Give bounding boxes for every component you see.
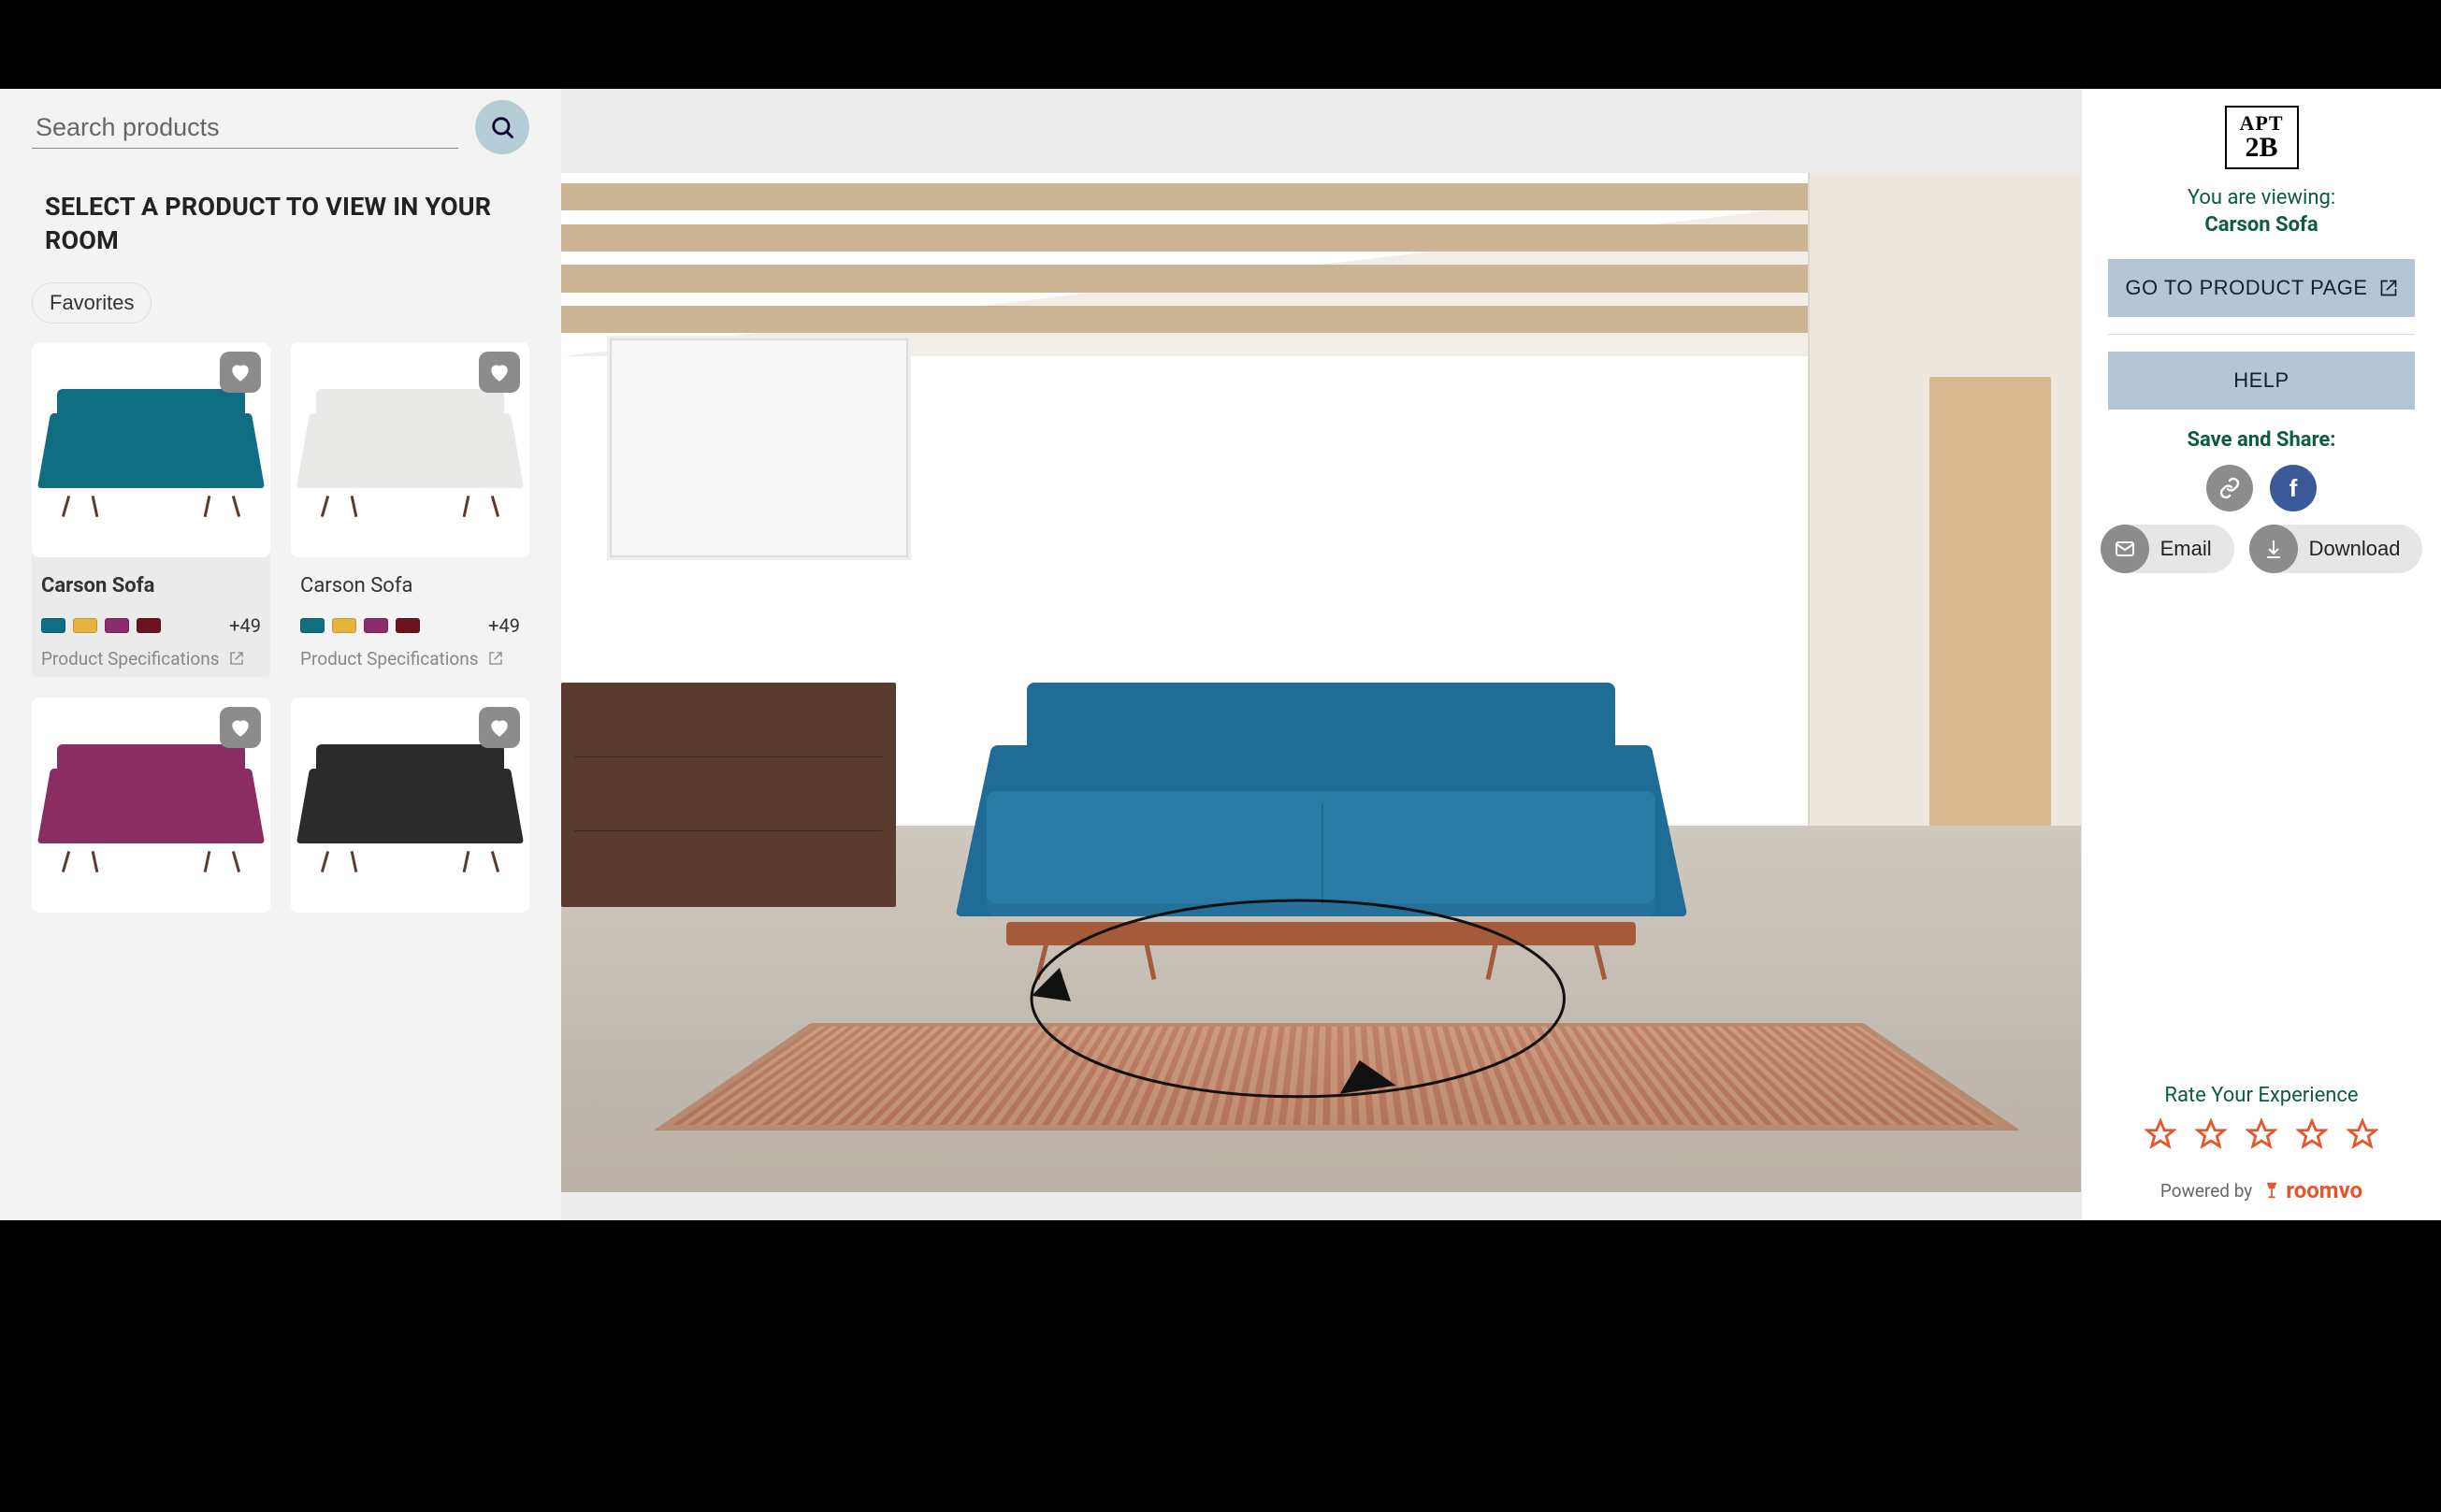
- color-swatch[interactable]: [73, 618, 97, 633]
- star-rating: [2145, 1118, 2378, 1153]
- product-card[interactable]: Carson Sofa +49 Product Specifications: [291, 342, 529, 677]
- search-button[interactable]: [475, 100, 529, 154]
- help-button[interactable]: HELP: [2108, 352, 2415, 410]
- product-thumbnail[interactable]: [291, 698, 529, 913]
- facebook-share-button[interactable]: f: [2270, 465, 2317, 511]
- filters-row: Favorites: [32, 282, 529, 324]
- color-swatch[interactable]: [300, 618, 325, 633]
- placed-sofa[interactable]: [987, 683, 1655, 968]
- swatch-row: +49: [291, 609, 529, 642]
- spec-label: Product Specifications: [41, 648, 220, 670]
- email-label: Email: [2160, 537, 2212, 561]
- sidebar-title: SELECT A PRODUCT TO VIEW IN YOUR ROOM: [45, 190, 516, 258]
- star-3[interactable]: [2246, 1118, 2277, 1153]
- heart-icon: [487, 360, 512, 384]
- app-root: SELECT A PRODUCT TO VIEW IN YOUR ROOM Fa…: [0, 89, 2441, 1220]
- viewing-product-name: Carson Sofa: [2204, 213, 2318, 237]
- external-link-icon: [2379, 279, 2398, 297]
- product-specifications-link[interactable]: Product Specifications: [32, 642, 270, 670]
- product-sidebar: SELECT A PRODUCT TO VIEW IN YOUR ROOM Fa…: [0, 89, 561, 1220]
- dresser: [561, 683, 896, 907]
- email-button[interactable]: Email: [2101, 525, 2234, 573]
- product-card[interactable]: [32, 698, 270, 920]
- viewing-label: You are viewing:: [2188, 186, 2335, 209]
- more-swatches-count[interactable]: +49: [229, 614, 261, 637]
- search-input[interactable]: [32, 106, 458, 149]
- product-card[interactable]: Carson Sofa +49 Product Specifications: [32, 342, 270, 677]
- link-icon: [2218, 477, 2241, 499]
- swatch-row: +49: [32, 609, 270, 642]
- star-icon: [2145, 1118, 2176, 1150]
- star-5[interactable]: [2347, 1118, 2378, 1153]
- star-icon: [2347, 1118, 2378, 1150]
- window: [607, 336, 911, 560]
- more-swatches-count[interactable]: +49: [488, 614, 520, 637]
- heart-icon: [228, 360, 253, 384]
- search-row: [32, 100, 529, 154]
- share-title: Save and Share:: [2187, 428, 2335, 452]
- product-thumbnail[interactable]: [32, 698, 270, 913]
- copy-link-button[interactable]: [2206, 465, 2253, 511]
- roomvo-lamp-icon: [2261, 1180, 2282, 1201]
- powered-by-label: Powered by: [2160, 1180, 2252, 1202]
- star-icon: [2195, 1118, 2227, 1150]
- roomvo-text: roomvo: [2286, 1177, 2362, 1203]
- spec-label: Product Specifications: [300, 648, 479, 670]
- rug: [653, 1023, 2021, 1130]
- color-swatch[interactable]: [105, 618, 129, 633]
- room-scene: [561, 173, 2081, 1192]
- powered-by: Powered by roomvo: [2160, 1177, 2362, 1203]
- share-pill-row: Email Download: [2101, 525, 2423, 573]
- roomvo-logo: roomvo: [2261, 1177, 2362, 1203]
- favorite-button[interactable]: [479, 707, 520, 748]
- color-swatch[interactable]: [396, 618, 420, 633]
- product-name: Carson Sofa: [32, 557, 270, 609]
- color-swatch[interactable]: [364, 618, 388, 633]
- brand-logo: APT 2B: [2225, 106, 2299, 169]
- star-icon: [2296, 1118, 2328, 1150]
- info-panel: APT 2B You are viewing: Carson Sofa GO T…: [2081, 89, 2441, 1220]
- room-visualizer[interactable]: [561, 89, 2081, 1220]
- product-name: Carson Sofa: [291, 557, 529, 609]
- download-button[interactable]: Download: [2249, 525, 2423, 573]
- go-to-product-page-label: GO TO PRODUCT PAGE: [2125, 276, 2367, 300]
- heart-icon: [487, 715, 512, 740]
- letterbox-top: [0, 0, 2441, 89]
- share-icons: f: [2206, 465, 2317, 511]
- product-thumbnail[interactable]: [291, 342, 529, 557]
- product-card[interactable]: [291, 698, 529, 920]
- email-icon: [2114, 538, 2136, 560]
- go-to-product-page-button[interactable]: GO TO PRODUCT PAGE: [2108, 259, 2415, 317]
- product-specifications-link[interactable]: Product Specifications: [291, 642, 529, 670]
- color-swatch[interactable]: [137, 618, 161, 633]
- heart-icon: [228, 715, 253, 740]
- product-grid: Carson Sofa+49Product SpecificationsCars…: [32, 342, 529, 920]
- favorite-button[interactable]: [220, 707, 261, 748]
- star-icon: [2246, 1118, 2277, 1150]
- external-link-icon: [229, 651, 244, 666]
- brand-logo-line2: 2B: [2240, 134, 2284, 162]
- color-swatch[interactable]: [332, 618, 356, 633]
- letterbox-bottom: [0, 1220, 2441, 1512]
- star-4[interactable]: [2296, 1118, 2328, 1153]
- external-link-icon: [488, 651, 503, 666]
- product-thumbnail[interactable]: [32, 342, 270, 557]
- download-icon: [2262, 538, 2285, 560]
- facebook-icon: f: [2289, 474, 2298, 503]
- door: [1929, 377, 2051, 826]
- help-label: HELP: [2233, 368, 2289, 393]
- download-label: Download: [2309, 537, 2401, 561]
- favorite-button[interactable]: [220, 352, 261, 393]
- brand-logo-line1: APT: [2240, 113, 2284, 134]
- star-1[interactable]: [2145, 1118, 2176, 1153]
- star-2[interactable]: [2195, 1118, 2227, 1153]
- favorites-chip[interactable]: Favorites: [32, 282, 152, 324]
- favorite-button[interactable]: [479, 352, 520, 393]
- divider: [2108, 334, 2415, 335]
- color-swatch[interactable]: [41, 618, 65, 633]
- search-icon: [489, 114, 515, 140]
- rate-title: Rate Your Experience: [2164, 1084, 2358, 1107]
